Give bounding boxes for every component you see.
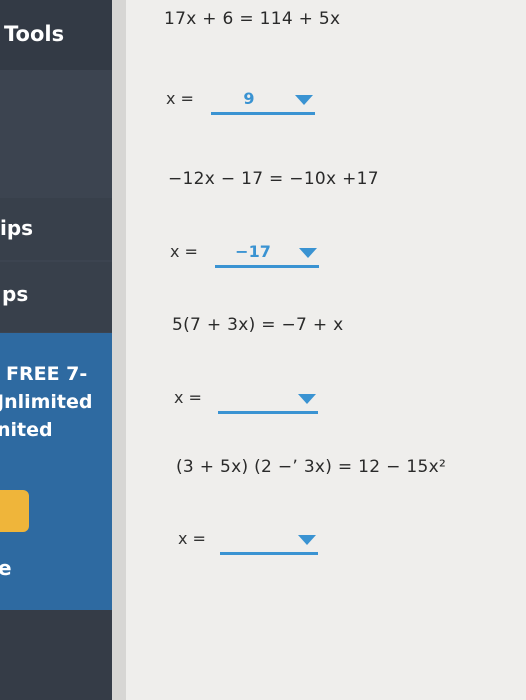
promo-line-3: nited bbox=[0, 419, 53, 441]
equation-1: 17x + 6 = 114 + 5x bbox=[164, 9, 341, 29]
promo-line-2: Jnlimited bbox=[0, 391, 93, 413]
answer-dropdown-2[interactable]: −17 bbox=[215, 241, 319, 268]
equation-2: −12x − 17 = −10x +17 bbox=[168, 169, 379, 189]
answer-value-1: 9 bbox=[243, 89, 255, 108]
caret-down-icon bbox=[295, 95, 313, 105]
sidebar-promo-text[interactable]: FREE 7- Jnlimited nited bbox=[0, 360, 93, 444]
x-label-1: x = bbox=[166, 89, 194, 108]
answer-value-2: −17 bbox=[235, 242, 271, 261]
answer-row-4: x = bbox=[178, 528, 338, 555]
answer-row-3: x = bbox=[174, 387, 334, 414]
sidebar: Tools ips ps FREE 7- Jnlimited nited e bbox=[0, 0, 112, 700]
caret-down-icon bbox=[298, 394, 316, 404]
content-gutter bbox=[112, 0, 126, 700]
answer-dropdown-4[interactable] bbox=[220, 528, 318, 555]
answer-dropdown-3[interactable] bbox=[218, 387, 318, 414]
caret-down-icon bbox=[298, 535, 316, 545]
x-label-3: x = bbox=[174, 388, 202, 407]
sidebar-tools-label[interactable]: Tools bbox=[4, 22, 64, 46]
x-label-4: x = bbox=[178, 529, 206, 548]
promo-line-1: FREE 7- bbox=[6, 363, 88, 385]
caret-down-icon bbox=[299, 248, 317, 258]
sidebar-item-2[interactable]: ps bbox=[2, 282, 28, 306]
answer-dropdown-1[interactable]: 9 bbox=[211, 88, 315, 115]
equation-3: 5(7 + 3x) = −7 + x bbox=[172, 315, 344, 335]
x-label-2: x = bbox=[170, 242, 198, 261]
promo-button[interactable] bbox=[0, 490, 29, 532]
answer-row-2: x = −17 bbox=[170, 241, 330, 268]
sidebar-bottom-section bbox=[0, 610, 112, 700]
equation-4: (3 + 5x) (2 −ʼ 3x) = 12 − 15x² bbox=[176, 457, 447, 477]
problem-list: 17x + 6 = 114 + 5x x = 9 −12x − 17 = −10… bbox=[126, 0, 526, 700]
answer-row-1: x = 9 bbox=[166, 88, 326, 115]
sidebar-item-1[interactable]: ips bbox=[0, 216, 33, 240]
sidebar-bottom-label[interactable]: e bbox=[0, 556, 12, 580]
